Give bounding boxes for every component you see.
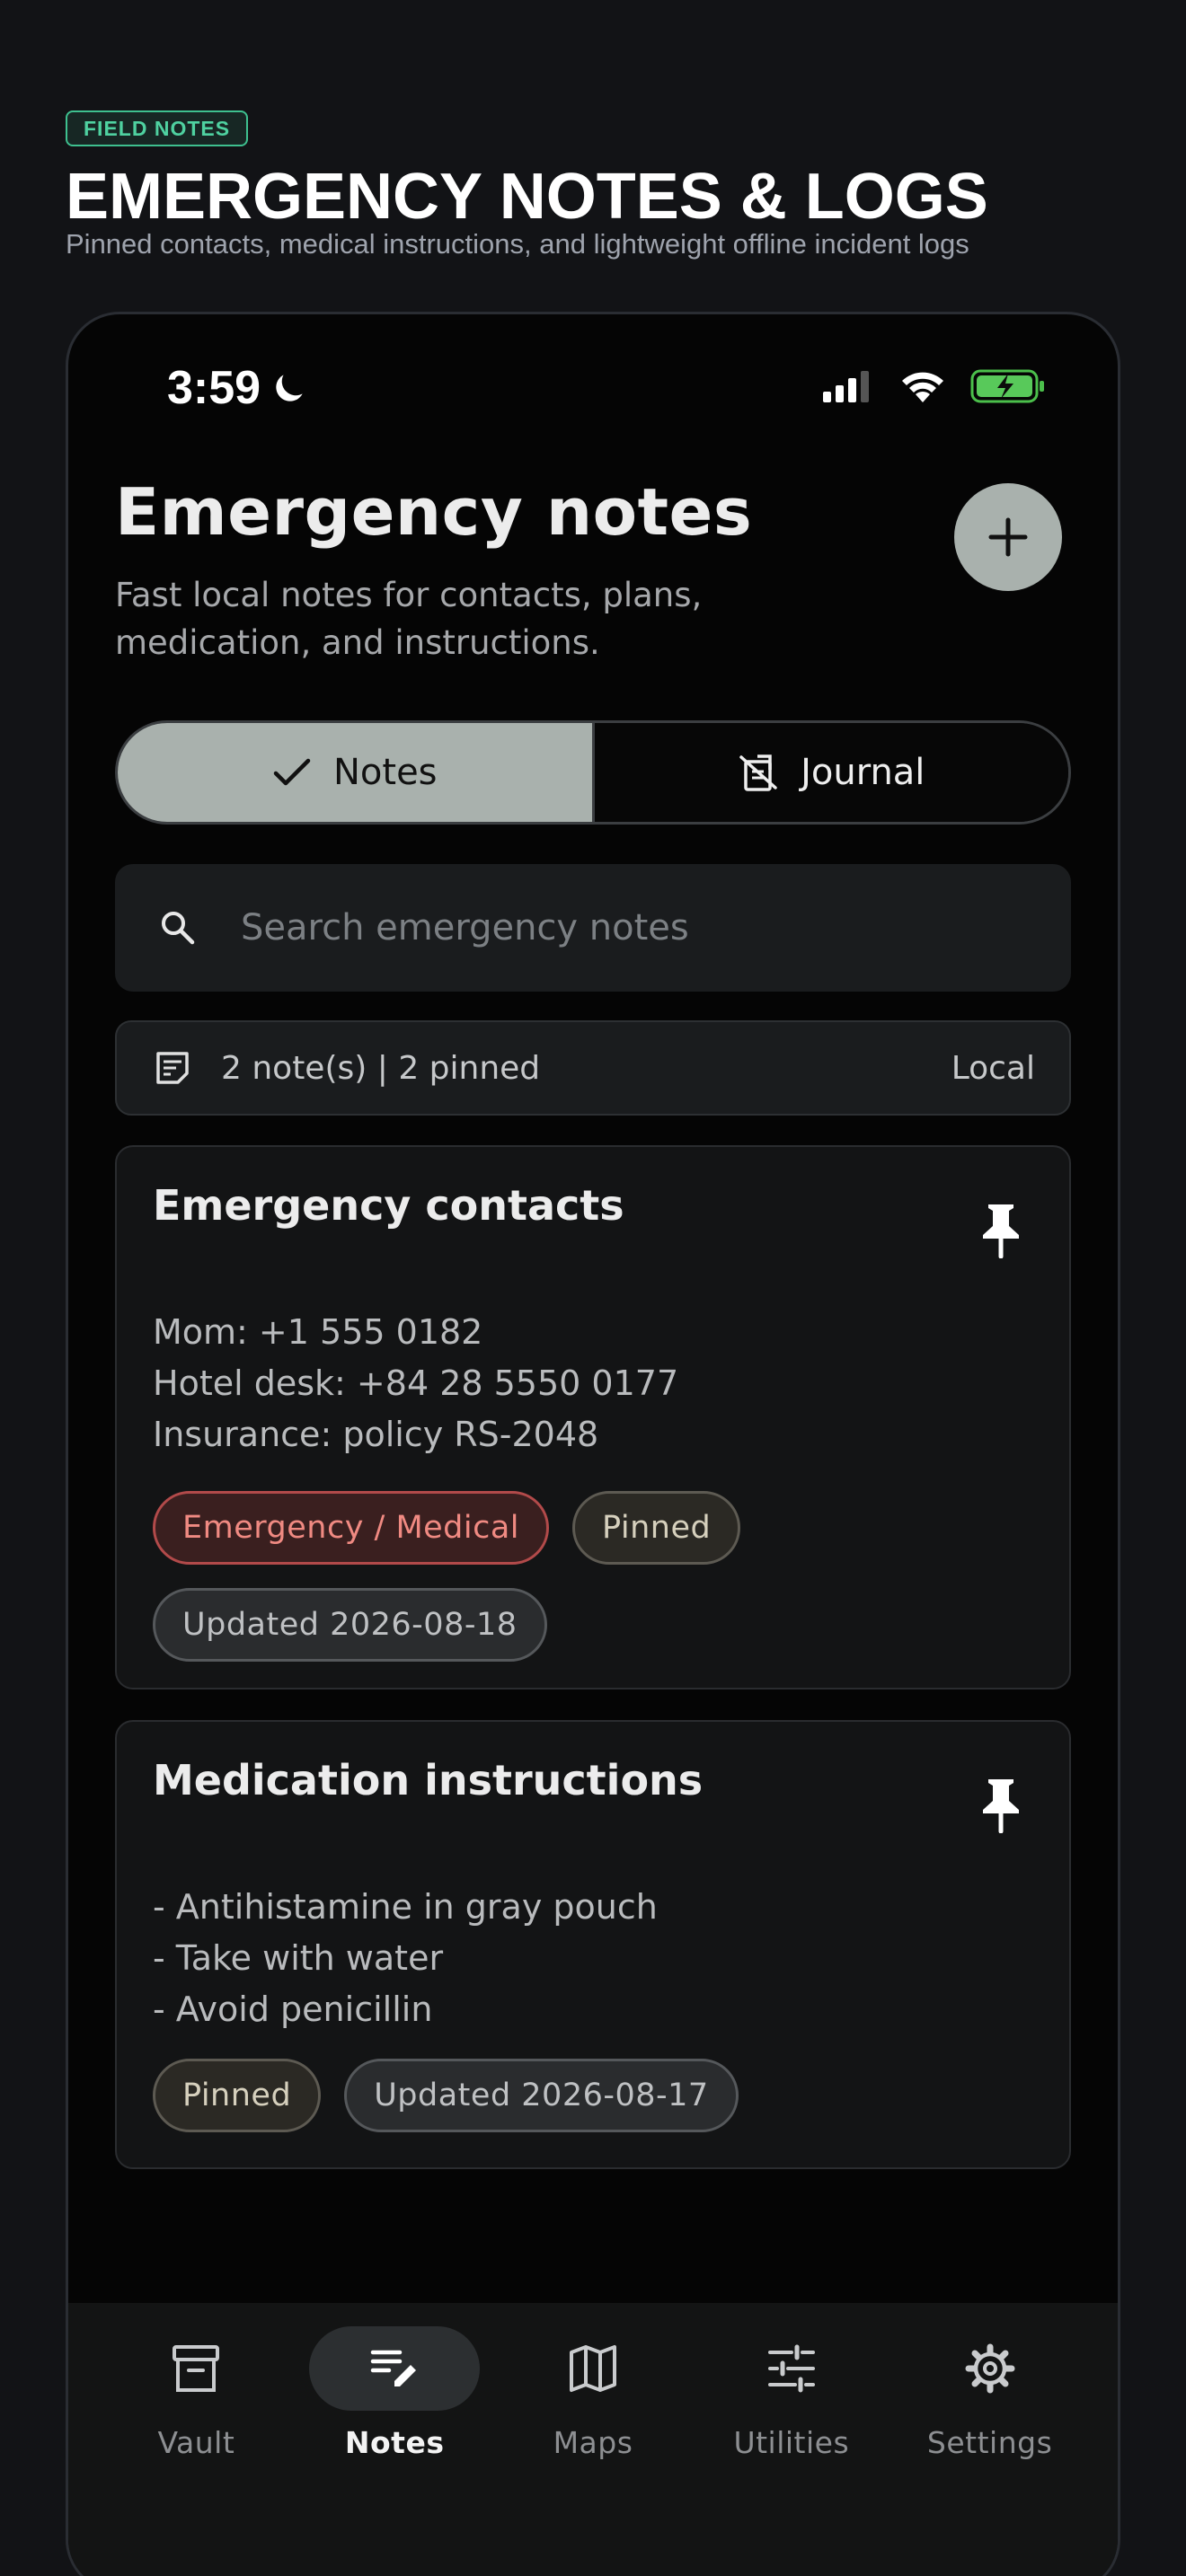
plus-icon [988, 517, 1028, 557]
notes-summary-bar: 2 note(s) | 2 pinned Local [115, 1020, 1071, 1116]
nav-icon-container [309, 2326, 481, 2411]
note-icon [156, 1052, 189, 1084]
status-time: 3:59 [167, 362, 261, 414]
updated-chip: Updated 2026-08-18 [153, 1588, 547, 1662]
pin-icon[interactable] [979, 1778, 1022, 1833]
nav-icon-container [508, 2326, 678, 2411]
updated-chip: Updated 2026-08-17 [344, 2059, 739, 2132]
notes-journal-toggle: Notes Journal [115, 720, 1071, 825]
note-title: Emergency contacts [153, 1181, 624, 1230]
nav-item-settings[interactable]: Settings [890, 2303, 1089, 2483]
pin-icon[interactable] [979, 1203, 1022, 1258]
journal-icon [739, 754, 777, 791]
gear-icon [965, 2343, 1015, 2394]
add-note-button[interactable] [954, 483, 1062, 591]
status-time-group: 3:59 [167, 361, 309, 415]
nav-icon-container [111, 2326, 281, 2411]
screen-subtitle: Fast local notes for contacts, plans, me… [115, 576, 703, 662]
field-notes-badge: FIELD NOTES [66, 110, 249, 146]
battery-charging-icon [970, 369, 1044, 403]
notes-count-text: 2 note(s) | 2 pinned [221, 1049, 541, 1087]
nav-label: Notes [344, 2425, 445, 2460]
search-bar [115, 864, 1071, 992]
search-icon-wrap [115, 908, 241, 948]
archive-icon [173, 2345, 220, 2392]
nav-item-vault[interactable]: Vault [97, 2303, 296, 2483]
check-icon [273, 758, 311, 786]
note-card[interactable]: Medication instructions - Antihistamine … [115, 1720, 1071, 2169]
storage-label: Local [951, 1049, 1035, 1087]
tag-chip-pinned: Pinned [153, 2059, 322, 2132]
page-header: FIELD NOTES EMERGENCY NOTES & LOGS Pinne… [66, 110, 1144, 261]
tab-journal[interactable]: Journal [594, 723, 1068, 822]
page-title: EMERGENCY NOTES & LOGS [66, 161, 988, 233]
sliders-icon [767, 2344, 815, 2393]
nav-label: Maps [553, 2425, 633, 2460]
signal-icon [823, 371, 869, 402]
tab-notes[interactable]: Notes [118, 723, 595, 822]
nav-label: Utilities [733, 2425, 850, 2460]
status-bar: 3:59 [68, 314, 1118, 458]
tag-chip-category: Emergency / Medical [153, 1491, 550, 1565]
note-body: Mom: +1 555 0182 Hotel desk: +84 28 5550… [153, 1312, 679, 1454]
map-icon [569, 2345, 616, 2392]
note-tags: Pinned Updated 2026-08-17 [153, 2059, 1033, 2132]
bottom-navigation: Vault Notes Maps Utilities Settings [68, 2303, 1118, 2576]
note-tags: Emergency / Medical Pinned Updated 2026-… [153, 1491, 1033, 1662]
nav-item-notes[interactable]: Notes [296, 2303, 494, 2483]
note-body: - Antihistamine in gray pouch - Take wit… [153, 1887, 658, 2029]
moon-icon [276, 375, 303, 401]
nav-item-maps[interactable]: Maps [494, 2303, 693, 2483]
tab-notes-label: Notes [332, 752, 438, 793]
tag-chip-pinned: Pinned [572, 1491, 741, 1565]
search-input[interactable] [241, 907, 1071, 948]
nav-icon-container [905, 2326, 1075, 2411]
status-icons [821, 368, 1046, 404]
screen-title: Emergency notes [115, 474, 753, 550]
nav-label: Vault [157, 2425, 235, 2460]
note-title: Medication instructions [153, 1756, 704, 1804]
nav-icon-container [706, 2326, 877, 2411]
wifi-icon [902, 372, 943, 402]
phone-frame: 3:59 Emergency notes Fast local notes fo… [66, 312, 1120, 2576]
nav-item-utilities[interactable]: Utilities [692, 2303, 890, 2483]
note-card[interactable]: Emergency contacts Mom: +1 555 0182 Hote… [115, 1145, 1071, 1689]
tab-journal-label: Journal [801, 752, 925, 793]
nav-label: Settings [926, 2425, 1053, 2460]
search-icon [162, 912, 195, 945]
notes-edit-icon [370, 2350, 417, 2386]
